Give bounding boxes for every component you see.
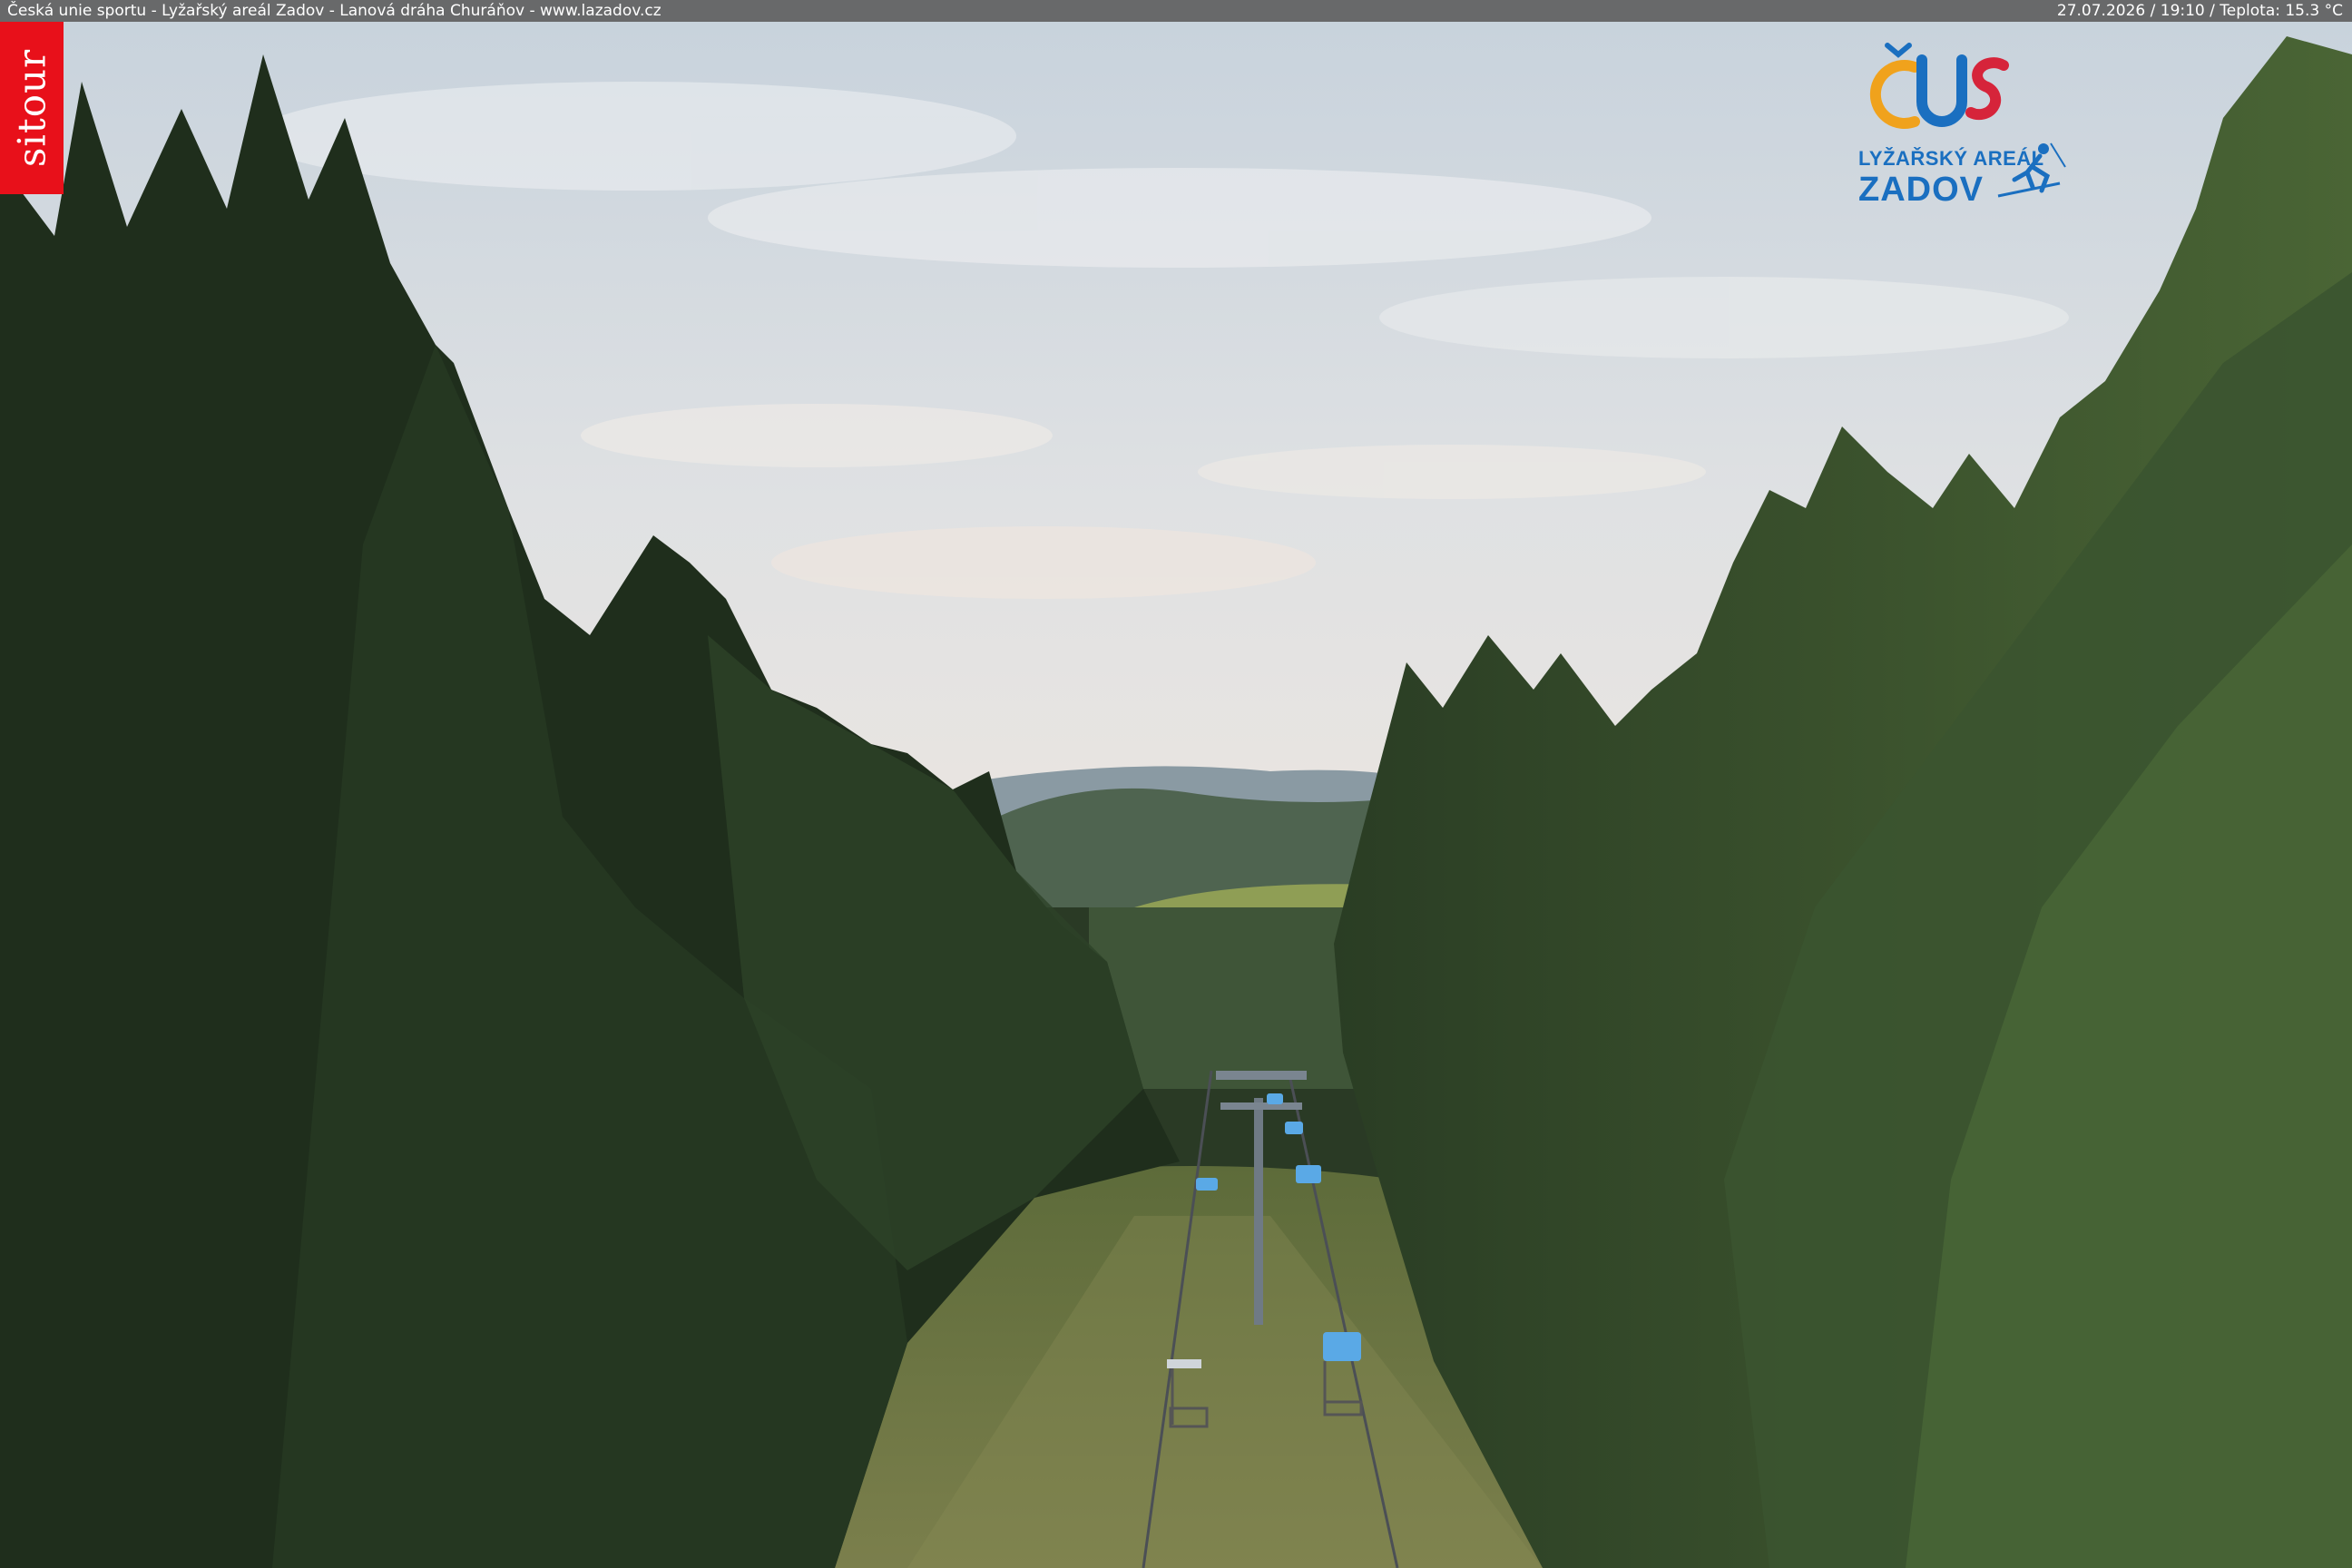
sitour-watermark: sitour <box>0 22 64 194</box>
caption-left: Česká unie sportu - Lyžařský areál Zadov… <box>7 2 662 20</box>
logo-line2: ZADOV <box>1858 171 1984 209</box>
sitour-label: sitour <box>9 48 54 168</box>
zadov-logo: LYŽAŘSKÝ AREÁL ZADOV <box>1851 40 2069 212</box>
webcam-scene <box>0 0 2352 1568</box>
caption-bar: Česká unie sportu - Lyžařský areál Zadov… <box>0 0 2352 22</box>
cus-logo-icon <box>1869 43 2009 129</box>
skier-icon <box>1997 142 2066 198</box>
caption-right: 27.07.2026 / 19:10 / Teplota: 15.3 °C <box>2056 2 2343 20</box>
